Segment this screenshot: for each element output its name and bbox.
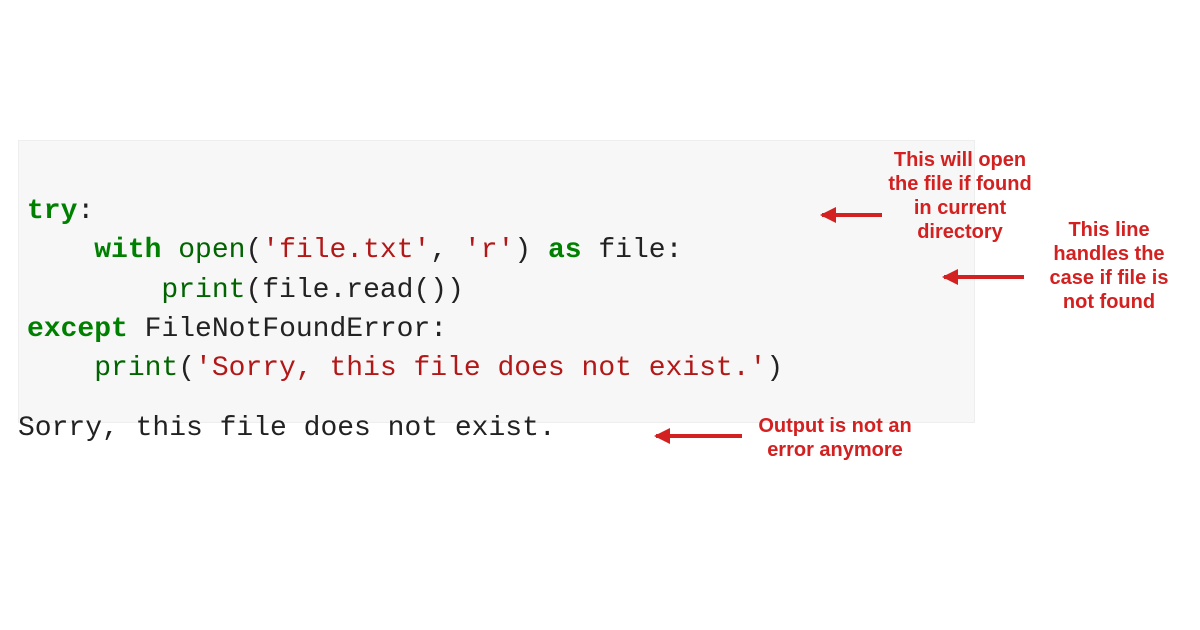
code-line-5: print('Sorry, this file does not exist.'… [27,353,783,384]
code-line-2: with open('file.txt', 'r') as file: [27,235,682,266]
annotation-3: Output is not an error anymore [750,414,920,462]
annotation-1: This will open the file if found in curr… [880,148,1040,244]
code-block: try: with open('file.txt', 'r') as file:… [18,140,975,423]
arrow-3-icon [656,434,742,438]
annotation-2: This line handles the case if file is no… [1034,218,1184,314]
code-line-4: except FileNotFoundError: [27,314,447,345]
output-text: Sorry, this file does not exist. [18,413,556,444]
code-line-3: print(file.read()) [27,275,464,306]
arrow-1-icon [822,213,882,217]
code-line-1: try: [27,196,94,227]
arrow-2-icon [944,275,1024,279]
